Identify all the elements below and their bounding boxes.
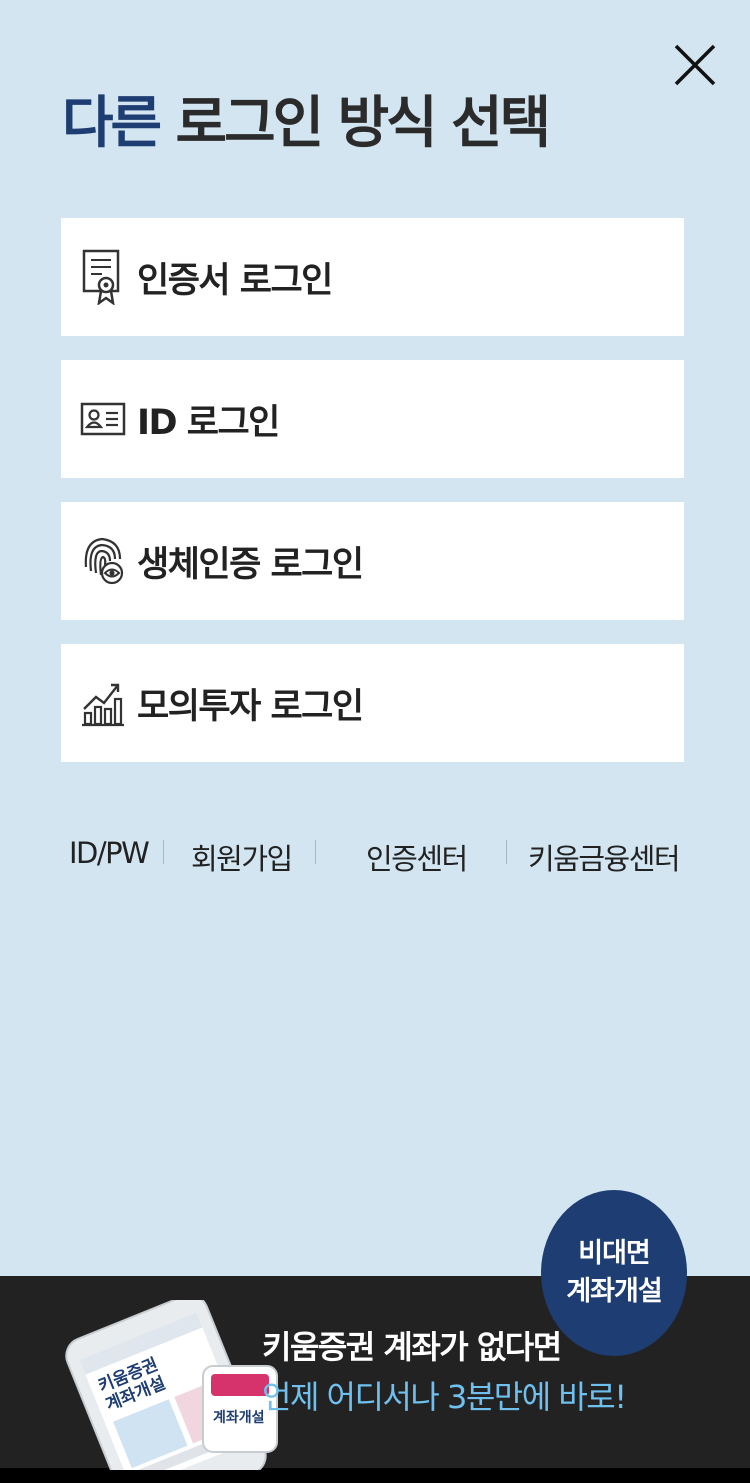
link-divider (163, 840, 164, 864)
close-icon (674, 44, 716, 86)
phone-illustration: 키움증권 계좌개설 계좌개설 (65, 1300, 278, 1470)
banner-headline: 키움증권 계좌가 없다면 (262, 1328, 562, 1366)
page-title: 다른 로그인 방식 선택 (62, 78, 552, 159)
certificate-login-button[interactable]: 인증서 로그인 (61, 218, 684, 336)
non-face-to-face-account-button[interactable]: 비대면 계좌개설 (541, 1190, 687, 1356)
link-divider (506, 840, 507, 864)
bubble-line-1: 비대면 (578, 1238, 651, 1269)
signup-link[interactable]: 회원가입 (191, 836, 293, 878)
fingerprint-icon (79, 531, 127, 591)
bottom-edge (0, 1468, 750, 1483)
page-title-rest: 로그인 방식 선택 (175, 91, 552, 156)
banner-subline: 언제 어디서나 3분만에 바로! (262, 1378, 627, 1416)
page-title-accent: 다른 (62, 91, 162, 156)
chart-growth-icon (79, 673, 127, 733)
id-card-icon (79, 389, 127, 449)
footer-links: ID/PW 회원가입 인증센터 키움금융센터 (0, 832, 750, 882)
close-button[interactable] (672, 42, 718, 88)
biometric-login-label: 생체인증 로그인 (137, 544, 364, 585)
certificate-login-label: 인증서 로그인 (137, 260, 333, 301)
auth-center-link[interactable]: 인증센터 (366, 836, 468, 878)
financial-center-link[interactable]: 키움금융센터 (528, 836, 681, 878)
idpw-link[interactable]: ID/PW (69, 836, 150, 870)
biometric-login-button[interactable]: 생체인증 로그인 (61, 502, 684, 620)
mock-investment-login-label: 모의투자 로그인 (137, 686, 364, 727)
id-login-button[interactable]: ID 로그인 (61, 360, 684, 478)
phone-card-text: 계좌개설 (213, 1410, 265, 1426)
bubble-line-2: 계좌개설 (566, 1276, 662, 1307)
id-login-label: ID 로그인 (137, 402, 280, 443)
link-divider (315, 840, 316, 864)
certificate-icon (79, 247, 127, 307)
mock-investment-login-button[interactable]: 모의투자 로그인 (61, 644, 684, 762)
